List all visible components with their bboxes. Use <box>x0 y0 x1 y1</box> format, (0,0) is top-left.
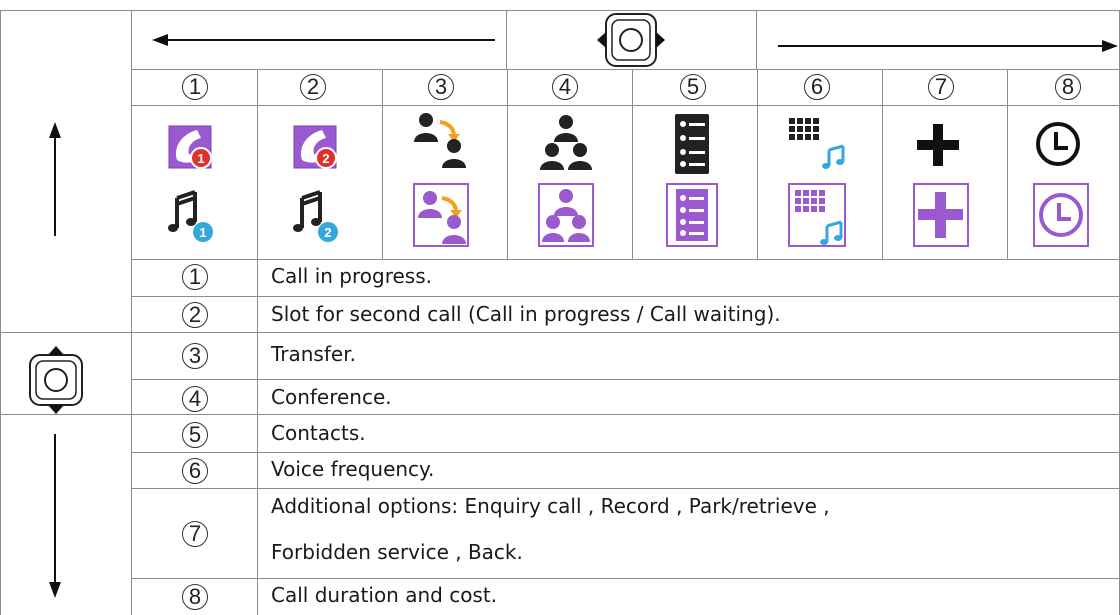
slot-number-1: 1 <box>182 74 208 100</box>
conference-icon <box>538 115 594 247</box>
svg-text:2: 2 <box>324 225 331 240</box>
slot-number-8: 8 <box>1055 74 1081 100</box>
legend-text-6: Voice frequency. <box>271 457 435 481</box>
legend-number-7: 7 <box>182 521 208 547</box>
call-duration-icon <box>1033 122 1089 247</box>
call-in-progress-icon: 1 1 <box>168 125 213 242</box>
legend-text-7-line2: Forbidden service , Back. <box>271 540 523 564</box>
second-call-icon: 2 2 <box>293 125 338 242</box>
legend-text-7: Additional options: Enquiry call , Recor… <box>271 494 830 518</box>
navigator-left-right-icon <box>597 13 665 67</box>
legend-number-5: 5 <box>182 422 208 448</box>
left-arrow-icon <box>152 34 495 46</box>
additional-options-icon <box>913 124 969 247</box>
slot-number-6: 6 <box>804 74 830 100</box>
transfer-icon <box>413 113 469 247</box>
down-arrow-icon <box>49 434 61 598</box>
legend-number-1: 1 <box>182 264 208 290</box>
legend-number-6: 6 <box>182 458 208 484</box>
navigator-up-down-icon <box>29 346 83 414</box>
slot-number-4: 4 <box>552 74 578 100</box>
legend-text-2: Slot for second call (Call in progress /… <box>271 302 781 326</box>
slot-number-3: 3 <box>428 74 454 100</box>
legend-text-8: Call duration and cost. <box>271 583 498 607</box>
svg-text:2: 2 <box>322 151 329 166</box>
legend-number-3: 3 <box>182 343 208 369</box>
slot-number-2: 2 <box>300 74 326 100</box>
slot-number-5: 5 <box>680 74 706 100</box>
slot-number-7: 7 <box>928 74 954 100</box>
up-arrow-icon <box>49 122 61 236</box>
legend-text-5: Contacts. <box>271 421 366 445</box>
contacts-icon <box>666 114 718 247</box>
legend-text-4: Conference. <box>271 385 392 409</box>
right-arrow-icon <box>778 40 1118 52</box>
svg-text:1: 1 <box>197 151 204 166</box>
svg-text:1: 1 <box>199 225 206 240</box>
legend-number-2: 2 <box>182 302 208 328</box>
legend-number-4: 4 <box>182 386 208 412</box>
voice-frequency-icon <box>788 118 846 247</box>
legend-text-3: Transfer. <box>271 342 356 366</box>
legend-text-1: Call in progress. <box>271 264 432 288</box>
legend-number-8: 8 <box>182 584 208 610</box>
